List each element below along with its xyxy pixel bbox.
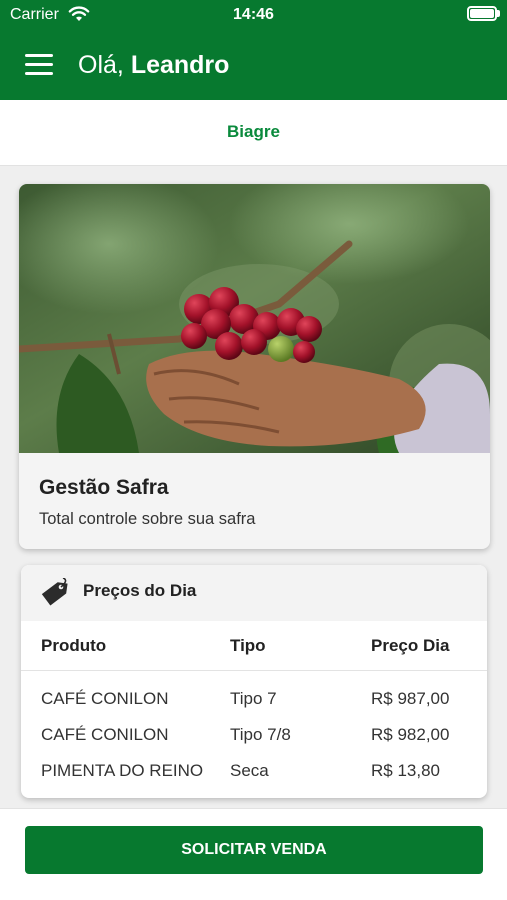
column-header-price: Preço Dia: [371, 636, 450, 655]
bottom-action-bar: SOLICITAR VENDA: [0, 808, 507, 900]
banner-subtitle: Total controle sobre sua safra: [39, 510, 256, 528]
type-cell: Tipo 7: [230, 689, 277, 708]
company-name[interactable]: Biagre: [0, 100, 507, 166]
daily-prices-card: Preços do Dia Produto Tipo Preço Dia CAF…: [21, 565, 487, 798]
type-cell: Tipo 7/8: [230, 725, 291, 744]
price-row: PIMENTA DO REINO Seca R$ 13,80: [21, 761, 487, 791]
price-cell: R$ 982,00: [371, 725, 450, 744]
status-time: 14:46: [233, 6, 274, 23]
daily-prices-title: Preços do Dia: [83, 581, 197, 600]
greeting: Olá, Leandro: [78, 50, 229, 80]
coffee-cherries-photo: [19, 184, 490, 453]
type-cell: Seca: [230, 761, 269, 780]
greeting-prefix: Olá,: [78, 51, 124, 79]
hamburger-menu-icon[interactable]: [25, 54, 53, 76]
price-cell: R$ 13,80: [371, 761, 440, 780]
harvest-management-card[interactable]: Gestão Safra Total controle sobre sua sa…: [19, 184, 490, 549]
battery-tip: [497, 10, 500, 17]
request-sale-button[interactable]: SOLICITAR VENDA: [25, 826, 483, 874]
header-divider: [21, 670, 487, 671]
product-cell: PIMENTA DO REINO: [41, 761, 204, 780]
daily-prices-header: Preços do Dia: [21, 565, 487, 621]
battery-icon: [467, 6, 497, 21]
product-cell: CAFÉ CONILON: [41, 689, 169, 708]
price-row: CAFÉ CONILON Tipo 7 R$ 987,00: [21, 689, 487, 719]
product-cell: CAFÉ CONILON: [41, 725, 169, 744]
banner-title: Gestão Safra: [39, 476, 169, 499]
column-header-type: Tipo: [230, 636, 266, 655]
price-cell: R$ 987,00: [371, 689, 450, 708]
price-tag-icon: [41, 578, 68, 606]
app-header: Carrier 14:46 Olá, Leandro: [0, 0, 507, 100]
user-name: Leandro: [130, 51, 230, 79]
status-bar: Carrier 14:46: [0, 0, 507, 30]
price-row: CAFÉ CONILON Tipo 7/8 R$ 982,00: [21, 725, 487, 755]
column-header-product: Produto: [41, 636, 107, 655]
